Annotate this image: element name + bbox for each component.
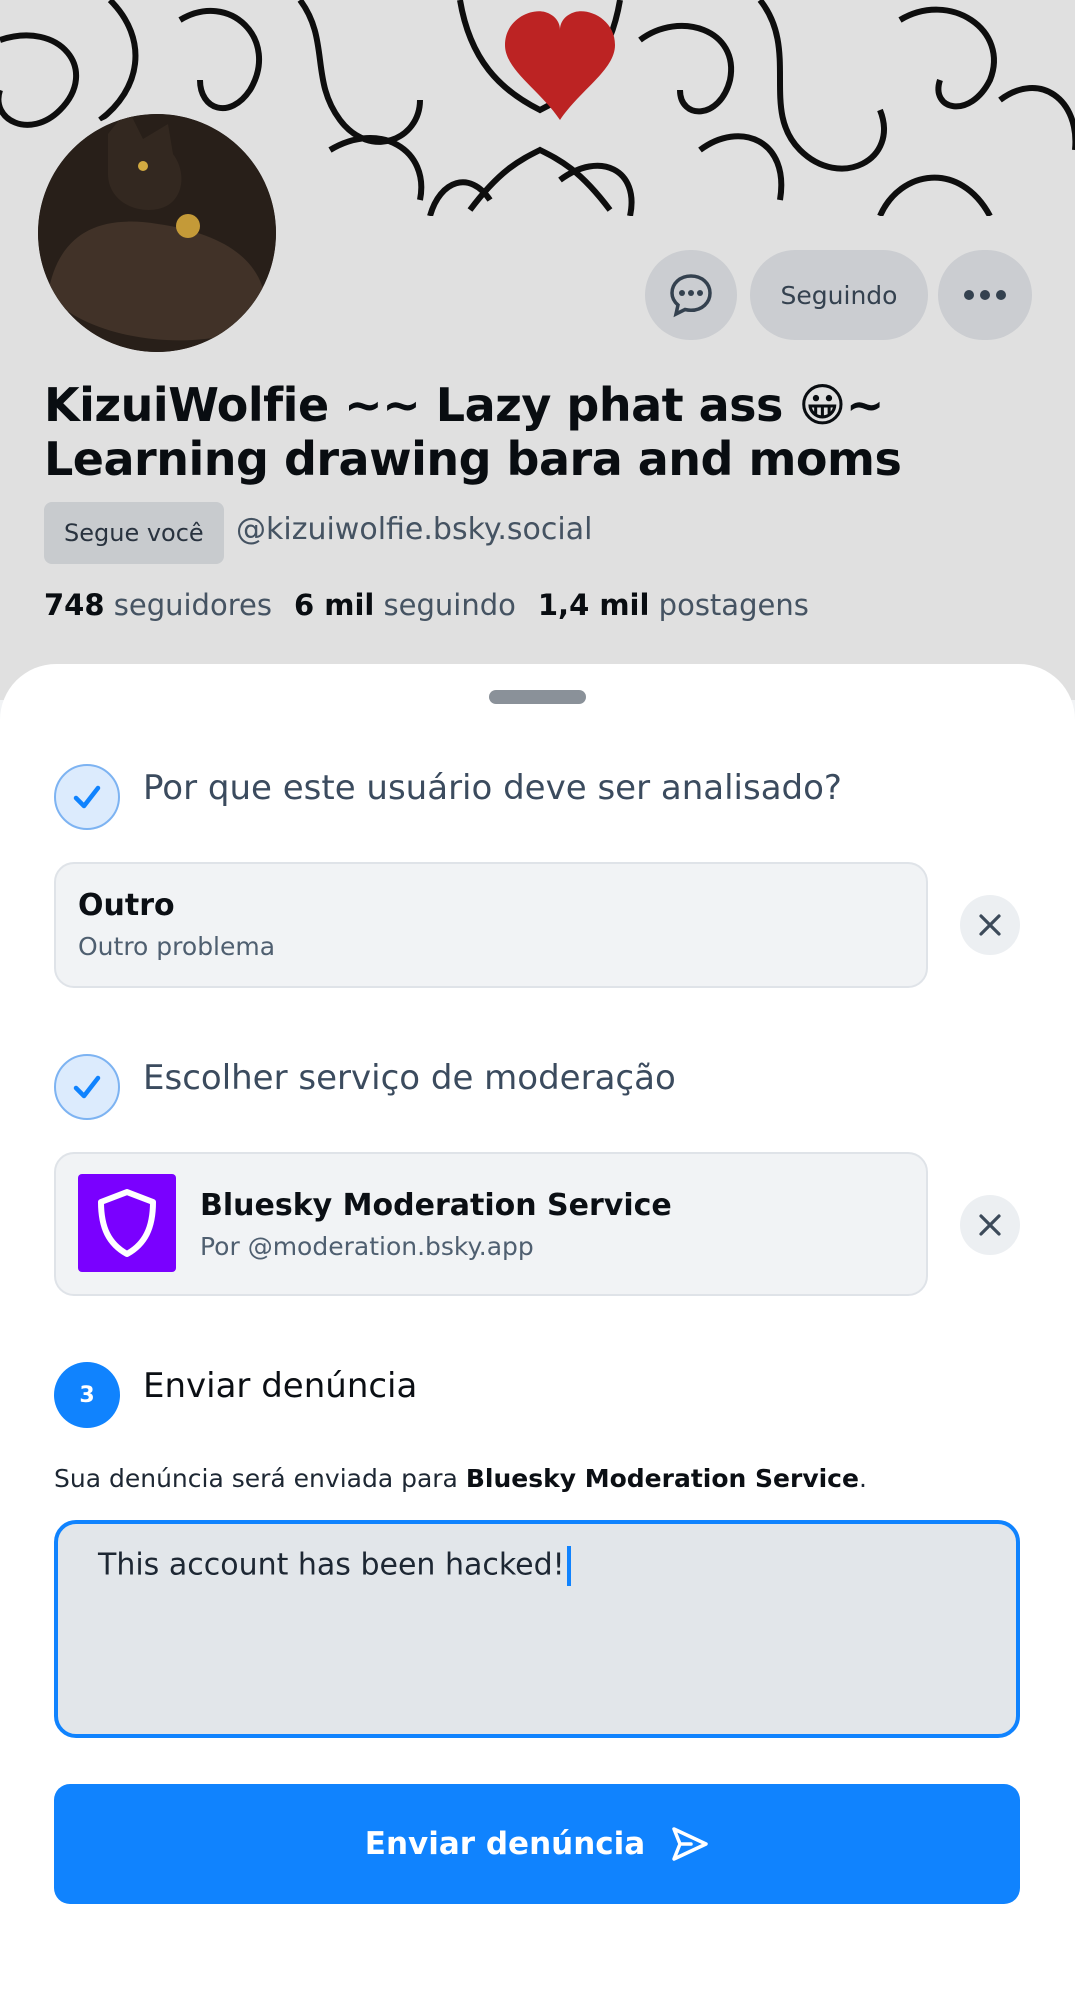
reason-card[interactable]: Outro Outro problema bbox=[54, 862, 928, 988]
step2-title: Escolher serviço de moderação bbox=[143, 1058, 676, 1098]
step2-check-icon bbox=[54, 1054, 120, 1120]
step3-number-badge: 3 bbox=[54, 1362, 120, 1428]
step3-title: Enviar denúncia bbox=[143, 1366, 418, 1406]
reason-subtitle: Outro problema bbox=[78, 932, 276, 961]
text-caret bbox=[566, 1546, 571, 1586]
moderation-service-name: Bluesky Moderation Service bbox=[200, 1188, 672, 1223]
close-icon bbox=[979, 1214, 1001, 1236]
report-details-input[interactable]: This account has been hacked! bbox=[54, 1520, 1020, 1738]
info-service-name: Bluesky Moderation Service bbox=[465, 1464, 859, 1493]
profile-screen: Seguindo KizuiWolfie ~~ Lazy phat ass 😀~… bbox=[0, 0, 1075, 700]
modal-backdrop[interactable] bbox=[0, 0, 1075, 700]
submit-report-button[interactable]: Enviar denúncia bbox=[54, 1784, 1020, 1904]
moderation-service-handle: Por @moderation.bsky.app bbox=[200, 1232, 534, 1261]
close-icon bbox=[979, 914, 1001, 936]
moderation-shield-icon bbox=[78, 1174, 176, 1272]
reason-title: Outro bbox=[78, 888, 175, 923]
submit-report-label: Enviar denúncia bbox=[364, 1826, 646, 1862]
report-details-text: This account has been hacked! bbox=[98, 1547, 565, 1583]
clear-service-button[interactable] bbox=[960, 1195, 1020, 1255]
moderation-service-card[interactable]: Bluesky Moderation Service Por @moderati… bbox=[54, 1152, 928, 1296]
step1-check-icon bbox=[54, 764, 120, 830]
sheet-drag-handle[interactable] bbox=[489, 690, 586, 704]
report-sheet: Por que este usuário deve ser analisado?… bbox=[0, 664, 1075, 2000]
clear-reason-button[interactable] bbox=[960, 895, 1020, 955]
send-icon bbox=[672, 1827, 708, 1861]
info-suffix: . bbox=[858, 1464, 867, 1493]
report-destination-text: Sua denúncia será enviada para Bluesky M… bbox=[54, 1464, 867, 1493]
info-prefix: Sua denúncia será enviada para bbox=[54, 1464, 466, 1493]
step1-title: Por que este usuário deve ser analisado? bbox=[143, 768, 842, 808]
